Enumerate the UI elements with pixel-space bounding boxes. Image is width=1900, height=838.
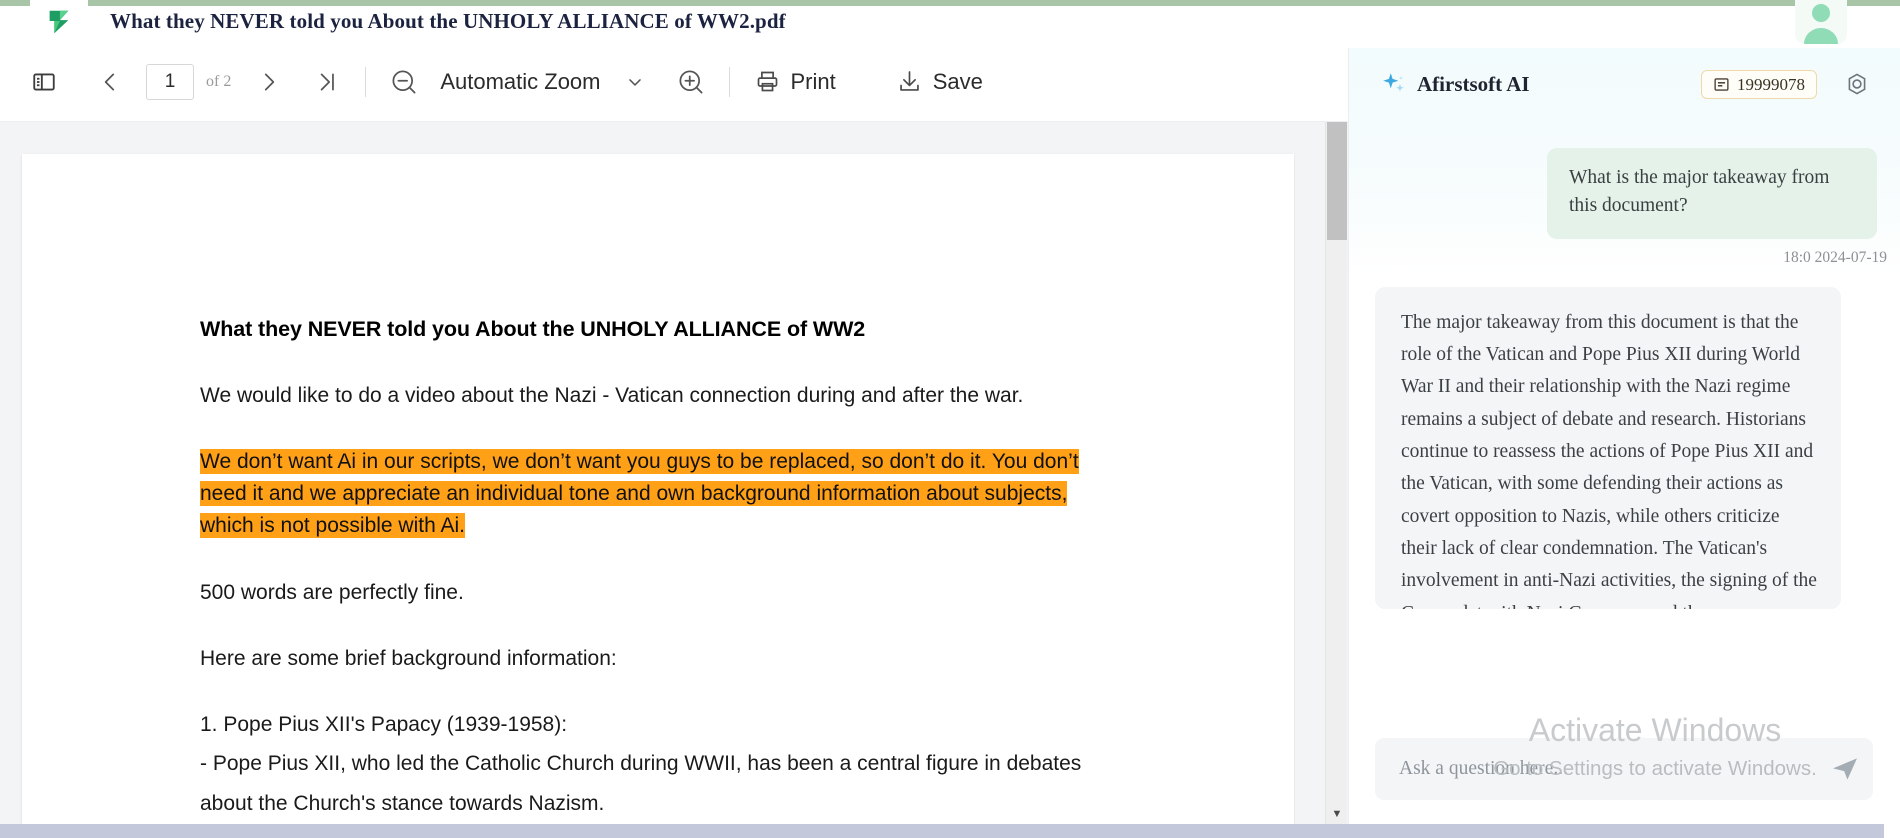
title-bar: What they NEVER told you About the UNHOL…: [0, 0, 1900, 44]
gear-icon: [1848, 73, 1866, 95]
pdf-paragraph-1: We would like to do a video about the Na…: [200, 383, 1024, 407]
save-label: Save: [932, 68, 983, 94]
print-label: Print: [790, 68, 836, 94]
zoom-in-button[interactable]: [669, 60, 713, 104]
avatar[interactable]: [1795, 0, 1847, 44]
send-message-button[interactable]: [1817, 741, 1873, 797]
pdf-viewer[interactable]: What they NEVER told you About the UNHOL…: [0, 122, 1350, 825]
title-bar-accent-left: [0, 0, 30, 6]
ai-message-bubble: The major takeaway from this document is…: [1375, 286, 1841, 609]
application-window: What they NEVER told you About the UNHOL…: [0, 0, 1900, 838]
ai-panel-header: Afirstsoft AI 19999078: [1349, 48, 1900, 120]
pdf-highlight-line-2: need it and we appreciate an individual …: [200, 481, 1068, 507]
save-button[interactable]: Save: [888, 58, 991, 106]
zoom-dropdown-button[interactable]: [613, 60, 657, 104]
next-page-button[interactable]: [247, 60, 291, 104]
pdf-list-item-title: 1. Pope Pius XII's Papacy (1939-1958):: [200, 712, 568, 736]
zoom-out-button[interactable]: [382, 60, 426, 104]
printer-icon: [757, 71, 777, 92]
credits-document-icon: [1714, 78, 1729, 91]
download-icon: [899, 71, 919, 91]
pdf-highlight-line-3: which is not possible with Ai.: [200, 513, 465, 539]
pdf-highlighted-block: We don’t want Ai in our scripts, we don’…: [200, 446, 1200, 542]
user-message-row: What is the major takeaway from this doc…: [1349, 120, 1900, 239]
scroll-down-arrow-icon[interactable]: ▼: [1326, 805, 1348, 823]
settings-button[interactable]: [1841, 68, 1873, 100]
green-leaf-logo-icon: [49, 10, 69, 34]
chevron-right-icon: [265, 73, 275, 90]
document-tab[interactable]: [30, 0, 88, 42]
last-page-button[interactable]: [305, 60, 349, 104]
chevron-down-icon: [628, 78, 641, 86]
user-message-timestamp: 2024-07-19 18:0: [1783, 248, 1887, 266]
pdf-toolbar: of 2 Automatic Zoom: [0, 42, 1350, 122]
chat-message-list[interactable]: What is the major takeaway from this doc…: [1349, 120, 1900, 718]
pdf-heading: What they NEVER told you About the UNHOL…: [200, 317, 866, 341]
previous-page-button[interactable]: [88, 60, 132, 104]
user-avatar-icon: [1804, 4, 1838, 44]
chevron-left-icon: [104, 73, 115, 90]
pdf-page: What they NEVER told you About the UNHOL…: [22, 154, 1294, 825]
pdf-list-item-line-2: about the Church's stance towards Nazism…: [200, 792, 605, 816]
print-button[interactable]: Print: [746, 58, 844, 106]
document-title: What they NEVER told you About the UNHOL…: [110, 8, 786, 33]
pdf-page-content: What they NEVER told you About the UNHOL…: [200, 314, 1200, 825]
sidebar-toggle-button[interactable]: [22, 60, 66, 104]
last-page-icon: [321, 73, 335, 90]
page-number-input[interactable]: [146, 63, 194, 100]
pdf-paragraph-2: 500 words are perfectly fine.: [200, 581, 464, 605]
user-message-bubble: What is the major takeaway from this doc…: [1547, 148, 1877, 239]
pdf-highlight-line-1: We don’t want Ai in our scripts, we don’…: [200, 449, 1079, 475]
ask-question-input[interactable]: [1399, 758, 1817, 780]
ai-sparkle-icon: [1383, 73, 1404, 92]
ai-message-row: The major takeaway from this document is…: [1349, 267, 1900, 609]
ai-side-panel: Afirstsoft AI 19999078 What is the major…: [1348, 48, 1900, 838]
pdf-list-item-line-1: - Pope Pius XII, who led the Catholic Ch…: [200, 752, 1082, 776]
zoom-level-label[interactable]: Automatic Zoom: [440, 69, 600, 95]
pdf-vertical-scrollbar[interactable]: ▼: [1325, 122, 1347, 825]
sidebar-toggle-icon: [33, 72, 55, 91]
bottom-bar-right-cap: [1884, 824, 1900, 838]
toolbar-divider-2: [728, 66, 730, 97]
page-total-label: of 2: [206, 72, 232, 90]
ask-question-container: [1375, 738, 1873, 800]
bottom-status-bar: [0, 824, 1900, 838]
zoom-in-icon: [679, 70, 702, 93]
toolbar-divider-1: [365, 66, 367, 97]
credits-badge[interactable]: 19999078: [1701, 70, 1817, 99]
send-paper-plane-icon: [1833, 758, 1857, 780]
viewer-gutter: [1295, 122, 1325, 825]
pdf-scrollbar-thumb[interactable]: [1327, 122, 1347, 240]
zoom-out-icon: [392, 70, 416, 93]
pdf-paragraph-3: Here are some brief background informati…: [200, 646, 617, 670]
credits-count: 19999078: [1737, 74, 1805, 94]
ai-panel-title: Afirstsoft AI: [1417, 71, 1530, 96]
